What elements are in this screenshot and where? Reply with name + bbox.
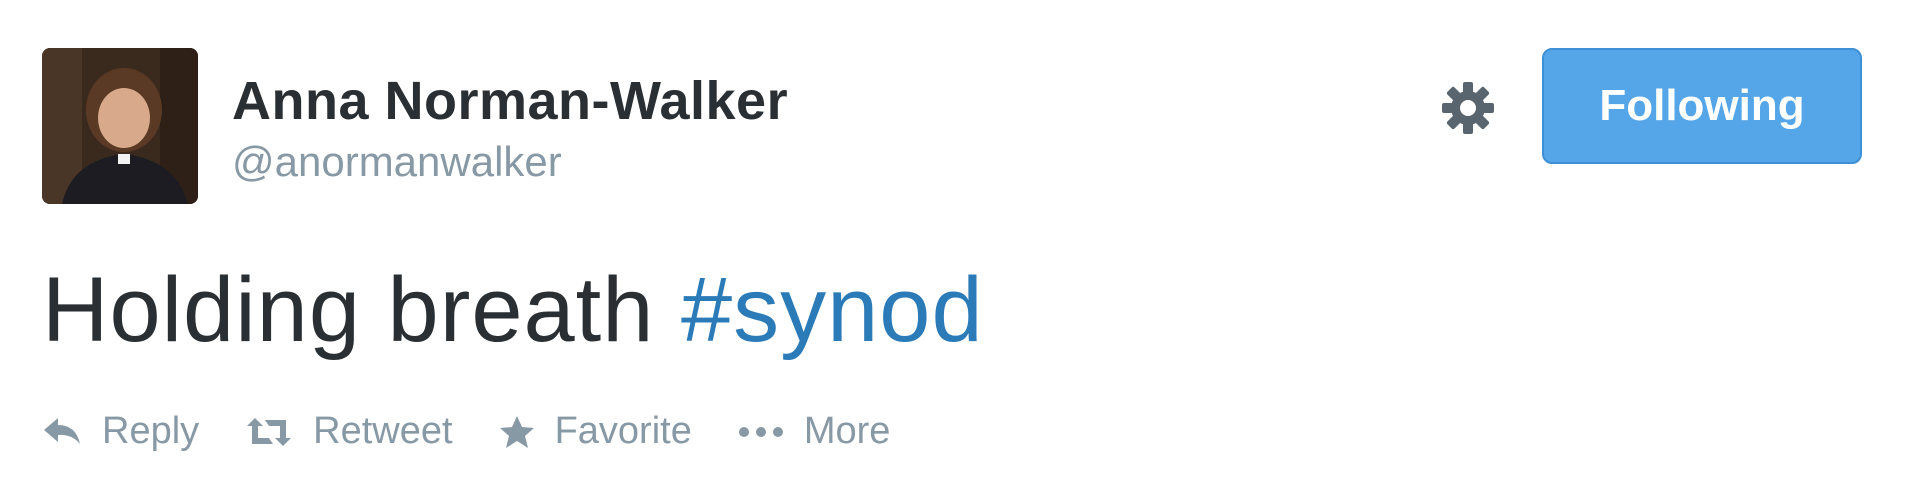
reply-label: Reply bbox=[102, 410, 200, 452]
favorite-button[interactable]: Favorite bbox=[499, 410, 692, 453]
following-button[interactable]: Following bbox=[1542, 48, 1862, 164]
avatar[interactable] bbox=[42, 48, 198, 204]
user-handle[interactable]: @anormanwalker bbox=[232, 138, 562, 186]
gear-icon[interactable] bbox=[1440, 80, 1496, 136]
user-fullname[interactable]: Anna Norman-Walker bbox=[232, 70, 788, 132]
more-button[interactable]: More bbox=[738, 410, 891, 453]
ellipsis-icon bbox=[738, 426, 783, 437]
reply-button[interactable]: Reply bbox=[42, 410, 199, 453]
retweet-button[interactable]: Retweet bbox=[245, 410, 453, 453]
hashtag-link[interactable]: #synod bbox=[681, 259, 984, 361]
avatar-image bbox=[42, 48, 198, 204]
star-icon bbox=[499, 415, 534, 448]
tweet-actions: Reply Retweet Favorite More bbox=[42, 410, 936, 453]
retweet-icon bbox=[247, 417, 292, 446]
tweet-body: Holding breath bbox=[42, 259, 681, 361]
tweet-text: Holding breath #synod bbox=[42, 258, 984, 363]
reply-icon bbox=[44, 417, 80, 444]
retweet-label: Retweet bbox=[313, 410, 453, 452]
favorite-label: Favorite bbox=[554, 410, 692, 452]
more-label: More bbox=[803, 410, 891, 452]
